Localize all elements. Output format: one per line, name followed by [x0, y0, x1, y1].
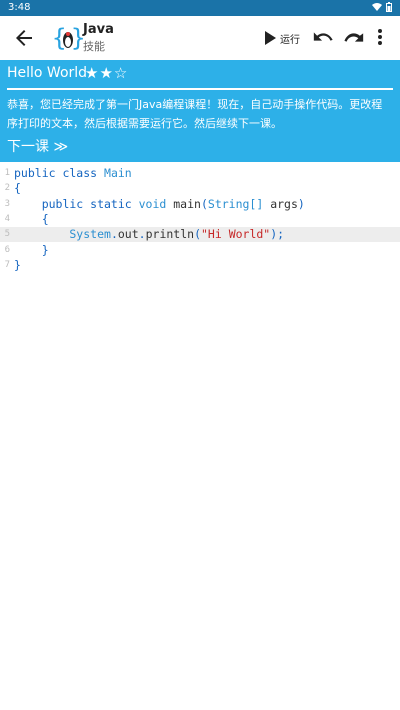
code-line[interactable]: 4 { [0, 212, 400, 227]
line-number: 3 [4, 198, 10, 209]
code-token: "Hi World" [201, 227, 271, 242]
lesson-panel: Hello World ★★☆ 恭喜，您已经完成了第一门Java编程课程！现在，… [0, 60, 400, 162]
status-time: 3:48 [8, 2, 31, 13]
code-text: public class Main [14, 166, 132, 181]
code-text: } [14, 258, 21, 273]
code-token: { [14, 181, 21, 196]
code-token: public static [14, 196, 139, 211]
code-text: { [14, 181, 21, 196]
code-line[interactable]: 7} [0, 258, 400, 273]
status-bar: 3:48 [0, 0, 400, 16]
code-token: . [110, 227, 118, 242]
code-token: String[] [207, 196, 264, 211]
code-line[interactable]: 6 } [0, 243, 400, 258]
line-number: 2 [4, 183, 10, 194]
line-number: 4 [4, 213, 10, 224]
code-line[interactable]: 2{ [0, 181, 400, 196]
code-editor[interactable]: 1 public class Main 2{3 public static void… [0, 162, 400, 710]
more-vert-icon[interactable] [372, 26, 388, 48]
code-line[interactable]: 3 public static void main(String[] args) [0, 197, 400, 212]
lesson-divider [7, 88, 393, 90]
code-token: } [14, 242, 49, 257]
code-token: . [138, 227, 146, 242]
code-line[interactable]: 1 public class Main [0, 166, 400, 181]
code-token: { [14, 211, 49, 226]
code-text: System.out.println("Hi World"); [14, 227, 284, 242]
run-button[interactable]: 运行 [264, 28, 300, 48]
code-token: System [14, 227, 111, 242]
redo-icon[interactable] [343, 26, 365, 48]
wifi-icon [372, 3, 382, 11]
code-token: ( [194, 227, 201, 242]
code-token: out [117, 227, 139, 242]
app-subtitle: 技能 [83, 40, 105, 53]
status-icons [372, 2, 392, 12]
line-number: 1 [4, 168, 10, 178]
code-token: public class [14, 166, 105, 180]
line-number: 6 [4, 244, 10, 255]
code-token: args [263, 196, 298, 211]
code-text: } [14, 243, 49, 258]
undo-icon[interactable] [312, 26, 334, 48]
next-lesson-link[interactable]: 下一课 ≫ [7, 136, 68, 156]
app-title: Java [83, 22, 114, 37]
code-token: ); [270, 227, 285, 242]
java-logo-icon: { } [52, 24, 84, 52]
lesson-description: 恭喜，您已经完成了第一门Java编程课程！现在，自己动手操作代码。更改程序打印的… [7, 98, 383, 130]
code-token: } [14, 257, 21, 272]
code-text: { [14, 212, 49, 227]
code-line[interactable]: 5 System.out.println("Hi World"); [0, 227, 400, 243]
run-label: 运行 [280, 34, 300, 46]
code-token: ( [200, 196, 208, 211]
code-token: void [138, 196, 174, 211]
code-text: public static void main(String[] args) [14, 197, 305, 212]
code-token: main [173, 196, 201, 211]
battery-icon [386, 2, 392, 12]
app-toolbar: { } Java 技能 运行 [0, 16, 400, 60]
line-number: 5 [4, 229, 10, 240]
play-icon [265, 31, 276, 45]
code-token: ) [297, 196, 305, 211]
code-token: Main [104, 166, 132, 180]
line-number: 7 [4, 259, 10, 270]
code-token: println [145, 227, 195, 242]
lesson-title: Hello World [7, 65, 88, 81]
back-arrow-icon[interactable] [12, 26, 36, 50]
rating-stars: ★★☆ [85, 64, 129, 82]
